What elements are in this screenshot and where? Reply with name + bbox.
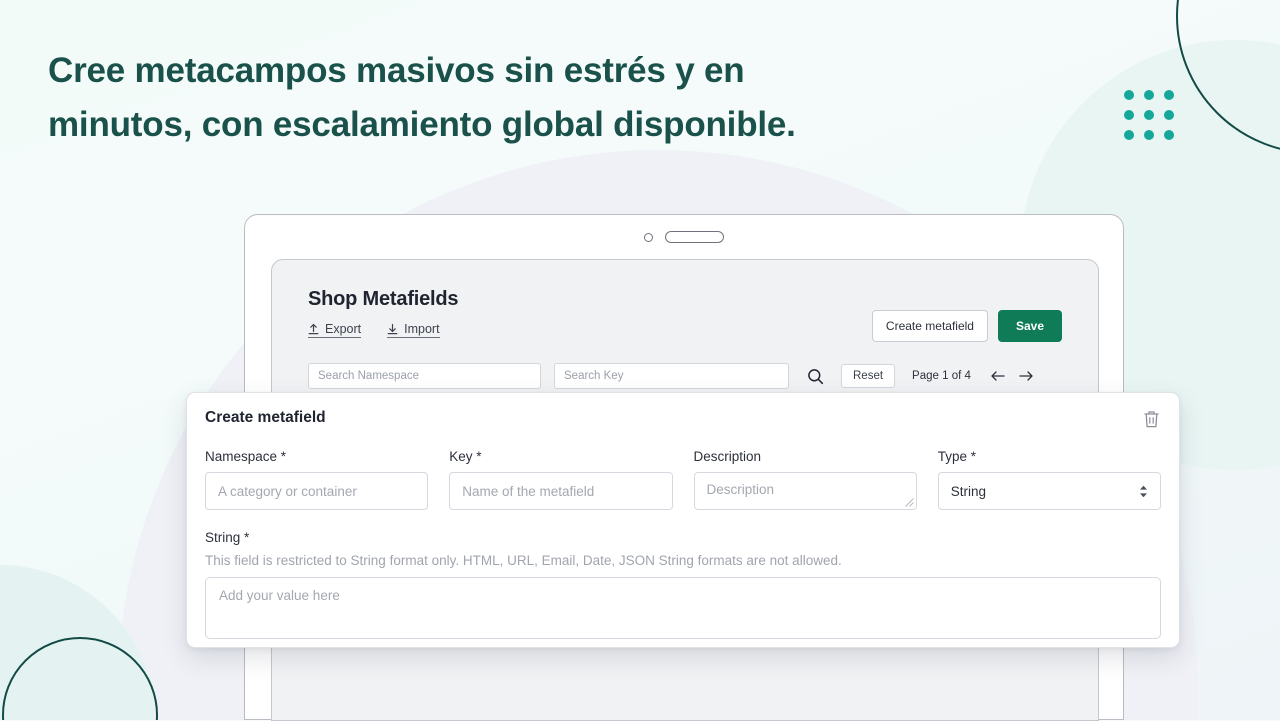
front-card-fields: Namespace * A category or container Key … [205,449,1161,510]
description-label: Description [693,449,762,464]
type-label: Type * [937,449,977,464]
reset-button[interactable]: Reset [841,364,896,388]
namespace-input[interactable]: A category or container [205,472,429,510]
headline-line-2: minutos, con escalamiento global disponi… [48,105,796,144]
resize-handle-icon[interactable] [904,498,914,507]
value-section-label: String * [205,530,250,545]
save-button[interactable]: Save [997,310,1062,342]
description-textarea[interactable]: Description [693,472,917,510]
trash-icon[interactable] [1142,409,1161,429]
create-metafield-button[interactable]: Create metafield [871,310,988,342]
app-header-left: Shop Metafields Export Import [308,288,459,342]
download-icon [387,323,398,335]
type-value: String [950,483,987,499]
speaker-grille-icon [665,231,724,243]
front-card-title: Create metafield [205,409,326,426]
camera-icon [644,232,653,242]
import-button[interactable]: Import [387,322,440,338]
pagination-label: Page 1 of 4 [912,370,971,382]
description-placeholder: Description [706,482,775,497]
front-field-description: Description Description [693,449,917,510]
stepper-icon [1139,485,1148,498]
app-header-actions: Create metafield Save [871,288,1062,342]
front-card-header: Create metafield [205,409,1161,429]
arrow-left-icon[interactable] [990,370,1006,382]
export-button[interactable]: Export [308,322,362,338]
app-header: Shop Metafields Export Import Create met… [272,260,1098,342]
value-section-hint: This field is restricted to String forma… [205,553,842,568]
search-key-input[interactable]: Search Key [554,363,789,389]
search-toolbar: Search Namespace Search Key Reset Page 1… [308,363,1062,389]
type-select[interactable]: String [937,472,1161,510]
front-field-type: Type * String [937,449,1161,510]
namespace-label: Namespace * [205,449,287,464]
dot-grid-decoration [1124,90,1174,140]
upload-icon [308,323,319,335]
import-export-row: Export Import [308,322,458,338]
arrow-right-icon[interactable] [1018,370,1034,382]
pagination-arrows [990,370,1034,382]
front-field-namespace: Namespace * A category or container [205,449,429,510]
export-label: Export [325,322,362,336]
create-metafield-panel: Create metafield Namespace * A category … [186,392,1180,648]
front-field-key: Key * Name of the metafield [449,449,673,510]
search-namespace-input[interactable]: Search Namespace [308,363,541,389]
headline-line-1: Cree metacampos masivos sin estrés y en [48,51,745,90]
key-input[interactable]: Name of the metafield [449,472,673,510]
search-icon[interactable] [802,363,828,389]
page-headline: Cree metacampos masivos sin estrés y en … [48,44,928,152]
import-label: Import [404,322,440,336]
value-textarea[interactable]: Add your value here [205,577,1161,639]
page-title: Shop Metafields [308,288,459,310]
laptop-bezel-top [245,215,1123,259]
key-label: Key * [449,449,482,464]
